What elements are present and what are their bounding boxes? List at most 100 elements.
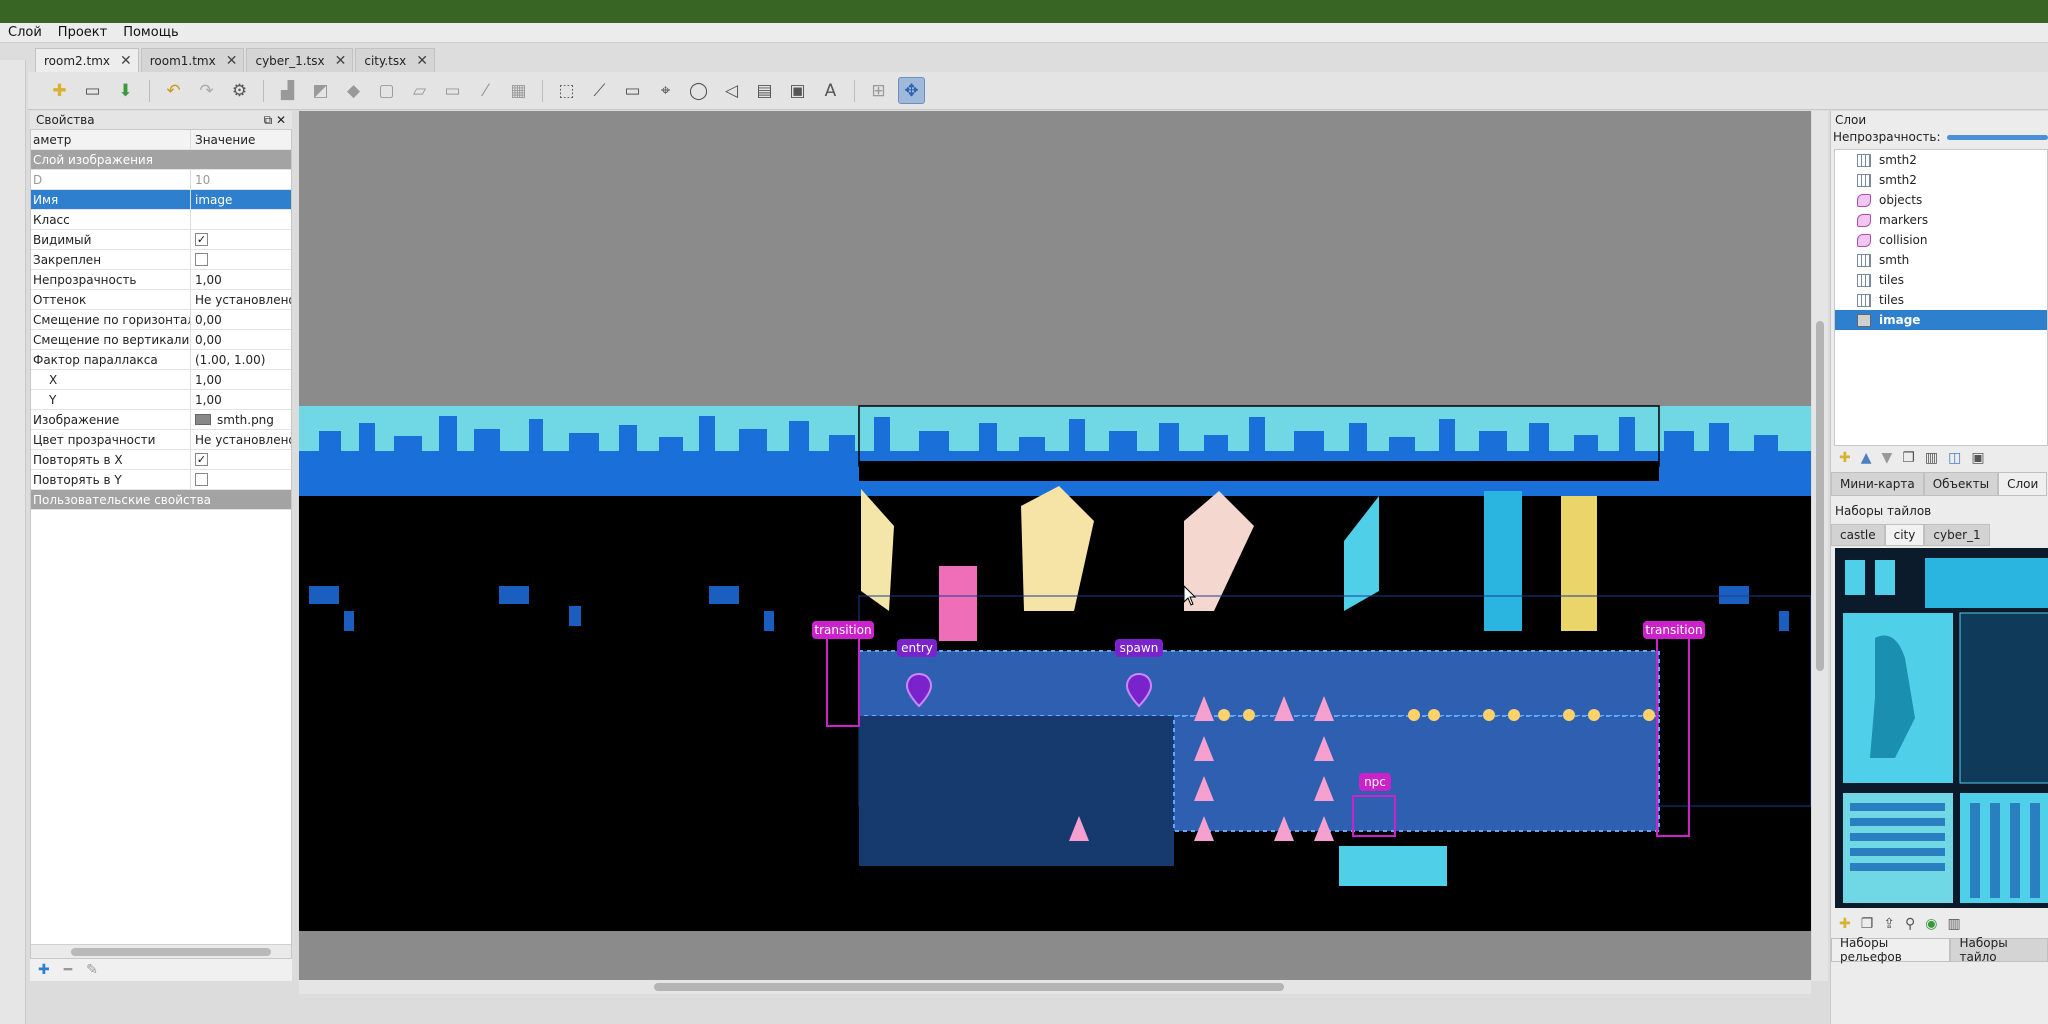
property-row-offset-x[interactable]: Смещение по горизонтали 0,00 — [31, 310, 291, 330]
new-layer-icon[interactable]: ✚ — [1839, 450, 1851, 466]
column-value-header[interactable]: Значение — [191, 130, 291, 149]
layer-item[interactable]: collision — [1835, 230, 2047, 250]
lock-layer-icon[interactable]: ▣ — [1971, 450, 1984, 466]
eraser-icon[interactable]: ▱ — [406, 77, 433, 104]
tab-room1[interactable]: room1.tmx ✕ — [140, 48, 245, 72]
tab-tilesets[interactable]: Наборы тайло — [1950, 936, 2048, 964]
property-value[interactable]: 0,00 — [191, 330, 291, 349]
export-tileset-icon[interactable]: ⇪ — [1883, 916, 1895, 932]
property-row-visible[interactable]: Видимый ✓ — [31, 230, 291, 250]
layer-item[interactable]: smth2 — [1835, 170, 2047, 190]
layer-item[interactable]: smth — [1835, 250, 2047, 270]
property-row-class[interactable]: Класс — [31, 210, 291, 230]
tab-minimap[interactable]: Мини-карта — [1831, 472, 1924, 496]
tab-cyber1[interactable]: cyber_1.tsx ✕ — [246, 48, 354, 72]
opacity-slider[interactable] — [1946, 134, 2048, 140]
insert-text-icon[interactable]: A — [817, 77, 844, 104]
add-property-icon[interactable]: ✚ — [38, 962, 50, 978]
close-icon[interactable]: ✕ — [416, 53, 428, 69]
insert-polygon-icon[interactable]: ◁ — [718, 77, 745, 104]
new-tileset-icon[interactable]: ✚ — [1839, 916, 1851, 932]
tileset-view[interactable] — [1835, 548, 2048, 908]
raise-layer-icon[interactable]: ▲ — [1861, 450, 1872, 466]
canvas-hscrollbar[interactable] — [299, 980, 1811, 994]
tab-layers[interactable]: Слои — [1998, 472, 2048, 496]
bucket-fill-icon[interactable]: ◆ — [340, 77, 367, 104]
insert-point-icon[interactable]: ⌖ — [652, 77, 679, 104]
property-value[interactable]: 1,00 — [191, 390, 291, 409]
close-icon[interactable]: ✕ — [335, 53, 347, 69]
magic-wand-icon[interactable]: ⁄ — [472, 77, 499, 104]
property-value[interactable]: (1.00, 1.00) — [191, 350, 291, 369]
property-value[interactable]: 0,00 — [191, 310, 291, 329]
locked-checkbox[interactable] — [195, 253, 208, 266]
scroll-thumb[interactable] — [654, 983, 1284, 991]
edit-tileset-icon[interactable]: ❐ — [1861, 916, 1874, 932]
property-row-offset-y[interactable]: Смещение по вертикали 0,00 — [31, 330, 291, 350]
property-value[interactable]: smth.png — [217, 413, 274, 427]
menu-layer[interactable]: Слой — [0, 25, 50, 40]
tileset-tab-city[interactable]: city — [1884, 524, 1925, 546]
property-row-locked[interactable]: Закреплен — [31, 250, 291, 270]
property-row-image[interactable]: Изображение smth.png — [31, 410, 291, 430]
scroll-thumb[interactable] — [71, 948, 271, 956]
insert-template-icon[interactable]: ▣ — [784, 77, 811, 104]
property-value[interactable]: 1,00 — [191, 270, 291, 289]
tileset-tab-cyber1[interactable]: cyber_1 — [1924, 524, 1990, 546]
tileset-properties-icon[interactable]: ⚲ — [1905, 916, 1915, 932]
layer-item[interactable]: markers — [1835, 210, 2047, 230]
save-file-icon[interactable]: ⬇ — [112, 77, 139, 104]
tileset-tab-castle[interactable]: castle — [1831, 524, 1885, 546]
world-tool-icon[interactable]: ⊞ — [865, 77, 892, 104]
canvas-vscrollbar[interactable] — [1812, 111, 1828, 981]
delete-layer-icon[interactable]: ▥ — [1925, 450, 1938, 466]
edit-polygons-icon[interactable]: ⟋ — [586, 77, 613, 104]
lower-layer-icon[interactable]: ▼ — [1882, 450, 1893, 466]
shape-fill-icon[interactable]: ▢ — [373, 77, 400, 104]
commands-icon[interactable]: ⚙ — [226, 77, 253, 104]
menu-project[interactable]: Проект — [50, 25, 115, 40]
property-row-id[interactable]: D 10 — [31, 170, 291, 190]
property-value[interactable]: 1,00 — [191, 370, 291, 389]
custom-properties-group[interactable]: Пользовательские свойства — [31, 490, 291, 510]
tab-city[interactable]: city.tsx ✕ — [355, 48, 435, 72]
property-row-tint[interactable]: Оттенок Не установлено — [31, 290, 291, 310]
dynamic-wrap-icon[interactable]: ◉ — [1925, 916, 1937, 932]
remove-property-icon[interactable]: ━ — [64, 962, 72, 978]
column-name-header[interactable]: аметр — [31, 130, 191, 149]
select-objects-icon[interactable]: ⬚ — [553, 77, 580, 104]
tab-terrain-sets[interactable]: Наборы рельефов — [1831, 936, 1951, 964]
insert-tile-icon[interactable]: ▤ — [751, 77, 778, 104]
rect-select-icon[interactable]: ▭ — [439, 77, 466, 104]
layer-item[interactable]: tiles — [1835, 270, 2047, 290]
redo-icon[interactable]: ↷ — [193, 77, 220, 104]
tab-objects[interactable]: Объекты — [1923, 472, 1999, 496]
layer-offset-tool-icon[interactable]: ✥ — [898, 77, 925, 104]
property-row-parallax[interactable]: Фактор параллакса (1.00, 1.00) — [31, 350, 291, 370]
scroll-thumb[interactable] — [1816, 321, 1824, 671]
map-view[interactable]: transition entry spawn transition npc — [299, 111, 1811, 981]
tileset-image[interactable] — [1835, 548, 2048, 908]
close-icon[interactable]: ✕ — [226, 53, 238, 69]
stamp-brush-icon[interactable]: ▟ — [274, 77, 301, 104]
repeat-x-checkbox[interactable]: ✓ — [195, 453, 208, 466]
layer-item-selected[interactable]: image — [1835, 310, 2047, 330]
property-value[interactable]: Не установлено — [191, 430, 291, 449]
property-row-parallax-y[interactable]: Y 1,00 — [31, 390, 291, 410]
property-group[interactable]: Слой изображения — [31, 150, 291, 170]
property-row-repeat-y[interactable]: Повторять в Y — [31, 470, 291, 490]
menu-help[interactable]: Помощь — [115, 25, 186, 40]
property-row-opacity[interactable]: Непрозрачность 1,00 — [31, 270, 291, 290]
insert-ellipse-icon[interactable]: ◯ — [685, 77, 712, 104]
property-value[interactable]: image — [191, 190, 291, 209]
property-value[interactable] — [191, 210, 291, 229]
undo-icon[interactable]: ↶ — [160, 77, 187, 104]
map-canvas[interactable]: transition entry spawn transition npc — [299, 111, 1811, 981]
property-row-transparent-color[interactable]: Цвет прозрачности Не установлено — [31, 430, 291, 450]
property-value[interactable]: Не установлено — [191, 290, 291, 309]
same-tile-select-icon[interactable]: ▦ — [505, 77, 532, 104]
rename-property-icon[interactable]: ✎ — [86, 962, 98, 978]
close-icon[interactable]: ✕ — [120, 53, 132, 69]
new-file-icon[interactable]: ✚ — [46, 77, 73, 104]
duplicate-layer-icon[interactable]: ❐ — [1902, 450, 1915, 466]
